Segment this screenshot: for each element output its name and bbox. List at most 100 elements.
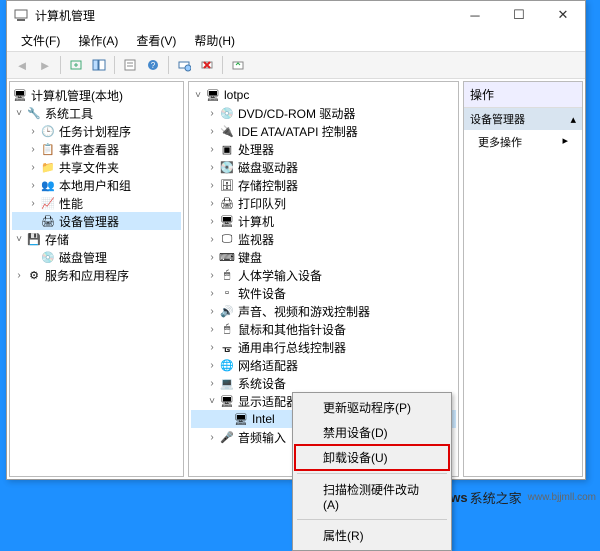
hid-icon: 🖱 <box>219 267 235 283</box>
maximize-button[interactable]: ☐ <box>497 1 541 29</box>
device-usb[interactable]: 通用串行总线控制器 <box>238 339 346 356</box>
users-icon: 👥 <box>40 177 56 193</box>
expander-icon[interactable]: › <box>26 180 40 191</box>
expander-icon[interactable]: ˅ <box>12 234 26 245</box>
device-display[interactable]: 显示适配器 <box>238 393 298 410</box>
tree-task-scheduler[interactable]: 任务计划程序 <box>59 123 131 140</box>
dvd-icon: 💿 <box>219 105 235 121</box>
device-hid[interactable]: 人体学输入设备 <box>238 267 322 284</box>
device-system[interactable]: 系统设备 <box>238 375 286 392</box>
device-sound[interactable]: 声音、视频和游戏控制器 <box>238 303 370 320</box>
tree-performance[interactable]: 性能 <box>59 195 83 212</box>
device-mice[interactable]: 鼠标和其他指针设备 <box>238 321 346 338</box>
device-print-queues[interactable]: 打印队列 <box>238 195 286 212</box>
gpu-icon: 🖥 <box>233 411 249 427</box>
computer-icon: 🖥 <box>205 87 221 103</box>
help-button[interactable]: ? <box>142 54 164 76</box>
expander-icon[interactable]: › <box>26 198 40 209</box>
computer-icon: 🖥 <box>219 213 235 229</box>
tools-icon: 🔧 <box>26 105 42 121</box>
device-mgr-icon: 🖨 <box>40 213 56 229</box>
ctx-scan-hardware[interactable]: 扫描检测硬件改动(A) <box>295 477 449 516</box>
ctx-properties[interactable]: 属性(R) <box>295 523 449 548</box>
network-icon: 🌐 <box>219 357 235 373</box>
chevron-up-icon: ▴ <box>570 113 576 126</box>
display-icon: 🖥 <box>219 393 235 409</box>
device-audio-in[interactable]: 音频输入 <box>238 429 286 446</box>
actions-more[interactable]: 更多操作 ▸ <box>464 130 582 154</box>
actions-section[interactable]: 设备管理器 ▴ <box>464 108 582 130</box>
menu-action[interactable]: 操作(A) <box>70 30 126 51</box>
scan-hardware-button[interactable] <box>173 54 195 76</box>
ctx-uninstall-device[interactable]: 卸载设备(U) <box>295 445 449 470</box>
tree-system-tools[interactable]: 系统工具 <box>45 105 93 122</box>
svg-text:?: ? <box>151 61 156 70</box>
printer-icon: 🖨 <box>219 195 235 211</box>
show-hide-tree-button[interactable] <box>88 54 110 76</box>
ctx-disable-device[interactable]: 禁用设备(D) <box>295 420 449 445</box>
chevron-right-icon: ▸ <box>562 134 568 147</box>
device-computer[interactable]: 计算机 <box>238 213 274 230</box>
tree-services-apps[interactable]: 服务和应用程序 <box>45 267 129 284</box>
device-software[interactable]: 软件设备 <box>238 285 286 302</box>
storage-icon: 💾 <box>26 231 42 247</box>
services-icon: ⚙ <box>26 267 42 283</box>
device-disk-drives[interactable]: 磁盘驱动器 <box>238 159 298 176</box>
uninstall-button[interactable] <box>196 54 218 76</box>
expander-icon[interactable]: › <box>12 270 26 281</box>
separator <box>297 473 447 474</box>
device-root[interactable]: lotpc <box>224 88 249 102</box>
titlebar[interactable]: 计算机管理 ─ ☐ ✕ <box>7 1 585 29</box>
tree-local-users[interactable]: 本地用户和组 <box>59 177 131 194</box>
actions-header: 操作 <box>464 82 582 108</box>
device-dvd[interactable]: DVD/CD-ROM 驱动器 <box>238 105 355 122</box>
console-tree[interactable]: 🖥计算机管理(本地) ˅🔧系统工具 ›🕒任务计划程序 ›📋事件查看器 ›📁共享文… <box>10 82 183 288</box>
toolbar: ◄ ► ? <box>7 51 585 79</box>
minimize-button[interactable]: ─ <box>453 1 497 29</box>
tree-shared-folders[interactable]: 共享文件夹 <box>59 159 119 176</box>
back-button[interactable]: ◄ <box>11 54 33 76</box>
properties-button[interactable] <box>119 54 141 76</box>
window-title: 计算机管理 <box>35 7 95 24</box>
watermark-site: 系统之家 <box>470 488 522 507</box>
tree-event-viewer[interactable]: 事件查看器 <box>59 141 119 158</box>
device-storage-ctrl[interactable]: 存储控制器 <box>238 177 298 194</box>
tree-device-manager[interactable]: 设备管理器 <box>59 213 119 230</box>
device-cpu[interactable]: 处理器 <box>238 141 274 158</box>
audio-icon: 🎤 <box>219 429 235 445</box>
system-icon: 💻 <box>219 375 235 391</box>
expander-icon[interactable]: › <box>26 126 40 137</box>
app-icon <box>13 7 29 23</box>
perf-icon: 📈 <box>40 195 56 211</box>
device-network[interactable]: 网络适配器 <box>238 357 298 374</box>
event-icon: 📋 <box>40 141 56 157</box>
device-keyboards[interactable]: 键盘 <box>238 249 262 266</box>
menu-file[interactable]: 文件(F) <box>13 30 68 51</box>
menubar: 文件(F) 操作(A) 查看(V) 帮助(H) <box>7 29 585 51</box>
device-monitors[interactable]: 监视器 <box>238 231 274 248</box>
tree-storage[interactable]: 存储 <box>45 231 69 248</box>
forward-button[interactable]: ► <box>34 54 56 76</box>
menu-help[interactable]: 帮助(H) <box>186 30 243 51</box>
expander-icon[interactable]: ˅ <box>205 396 219 407</box>
usb-icon: ᚗ <box>219 339 235 355</box>
expander-icon[interactable]: ˅ <box>12 108 26 119</box>
update-driver-button[interactable] <box>227 54 249 76</box>
up-button[interactable] <box>65 54 87 76</box>
menu-view[interactable]: 查看(V) <box>128 30 184 51</box>
separator <box>297 519 447 520</box>
expander-icon[interactable]: › <box>26 144 40 155</box>
ctx-update-driver[interactable]: 更新驱动程序(P) <box>295 395 449 420</box>
device-intel-gpu[interactable]: Intel <box>252 412 275 426</box>
folder-icon: 📁 <box>40 159 56 175</box>
disk-icon: 💽 <box>219 159 235 175</box>
tree-disk-mgmt[interactable]: 磁盘管理 <box>59 249 107 266</box>
close-button[interactable]: ✕ <box>541 1 585 29</box>
disk-icon: 💿 <box>40 249 56 265</box>
expander-icon[interactable]: ˅ <box>191 90 205 101</box>
tree-root[interactable]: 计算机管理(本地) <box>31 87 123 104</box>
expander-icon[interactable]: › <box>26 162 40 173</box>
keyboard-icon: ⌨ <box>219 249 235 265</box>
monitor-icon: 🖵 <box>219 231 235 247</box>
device-ide[interactable]: IDE ATA/ATAPI 控制器 <box>238 123 358 140</box>
